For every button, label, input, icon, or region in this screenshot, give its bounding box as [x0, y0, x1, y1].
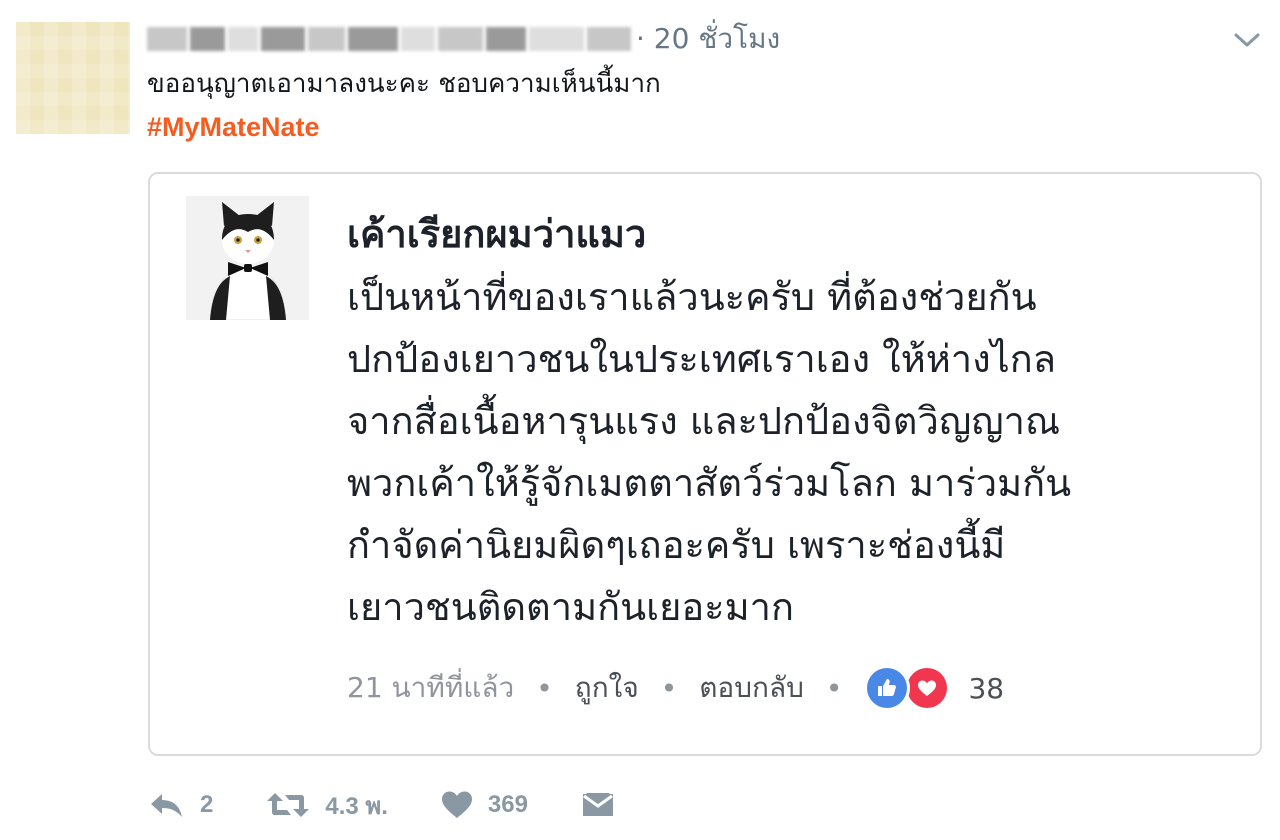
retweet-count: 4.3 พ.: [325, 792, 388, 820]
tweet-text: ขออนุญาตเอามาลงนะคะ ชอบความเห็นนี้มาก: [147, 69, 661, 99]
user-avatar[interactable]: [16, 22, 130, 134]
separator-dot: •: [825, 671, 843, 705]
chevron-down-icon[interactable]: [1232, 30, 1262, 50]
reply-button[interactable]: 2: [148, 790, 213, 820]
comment-timestamp: 21 นาทีที่แล้ว: [347, 671, 515, 704]
comment-line: พวกเค้าให้รู้จักเมตตาสัตว์ร่วมโลก มาร่วม…: [347, 461, 1072, 505]
retweet-icon: [265, 790, 311, 820]
retweet-button[interactable]: 4.3 พ.: [265, 786, 388, 825]
cat-avatar: [186, 196, 309, 320]
comment-like-link: ถูกใจ: [574, 671, 639, 704]
direct-message-button[interactable]: [580, 790, 616, 820]
reaction-count: 38: [968, 671, 1005, 705]
comment-meta-row: 21 นาทีที่แล้ว • ถูกใจ • ตอบกลับ • 38: [347, 664, 1004, 712]
reply-count: 2: [200, 791, 214, 818]
reaction-summary: 38: [864, 665, 1004, 711]
reply-icon: [148, 790, 186, 820]
separator-dot: •: [536, 671, 553, 705]
comment-line: กำจัดค่านิยมผิดๆเถอะครับ เพราะช่องนี้มี: [347, 523, 1006, 567]
like-reaction-icon: [864, 665, 911, 711]
comment-author[interactable]: เค้าเรียกผมว่าแมว: [347, 208, 646, 260]
tweet-timestamp[interactable]: · 20 ชั่วโมง: [636, 20, 780, 58]
comment-line: ปกป้องเยาวชนในประเทศเราเอง ให้ห่างไกล: [347, 337, 1057, 381]
comment-line: เยาวชนติดตามกันเยอะมาก: [347, 585, 794, 629]
comment-line: เป็นหน้าที่ของเราแล้วนะครับ ที่ต้องช่วยก…: [347, 275, 1037, 319]
blurred-username[interactable]: [147, 22, 634, 56]
love-reaction-icon: [904, 665, 951, 711]
direct-message-icon: [580, 790, 616, 820]
comment-reply-link: ตอบกลับ: [699, 671, 804, 704]
like-count: 369: [487, 791, 528, 818]
tweet-action-bar: 2 4.3 พ. 369: [148, 782, 668, 828]
hashtag-link[interactable]: #MyMateNate: [147, 108, 320, 146]
like-button[interactable]: 369: [440, 790, 528, 820]
separator-dot: •: [660, 671, 678, 705]
comment-line: จากสื่อเนื้อหารุนแรง และปกป้องจิตวิญญาณ: [347, 399, 1061, 443]
comment-body: เป็นหน้าที่ของเราแล้วนะครับ ที่ต้องช่วยก…: [347, 266, 1247, 638]
heart-icon: [440, 790, 474, 820]
